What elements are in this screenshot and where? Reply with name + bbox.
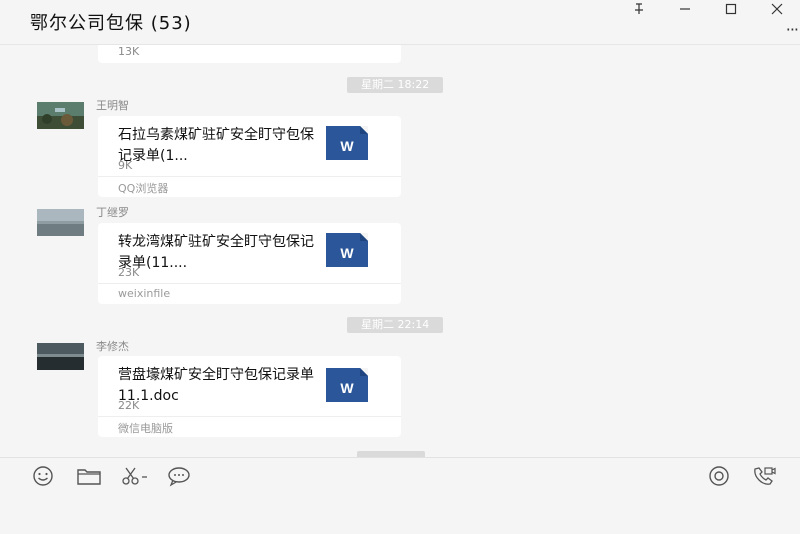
file-source: QQ浏览器	[118, 182, 169, 195]
avatar[interactable]	[37, 102, 84, 129]
file-message[interactable]: 转龙湾煤矿驻矿安全盯守包保记录单(11.... 23K weixinfile W	[98, 223, 401, 304]
file-name: 转龙湾煤矿驻矿安全盯守包保记录单(11....	[118, 234, 314, 271]
sender-name: 王明智	[96, 99, 129, 112]
window-controls	[616, 0, 800, 20]
chat-history-button[interactable]	[166, 465, 192, 487]
live-button[interactable]	[706, 465, 732, 487]
minimize-button[interactable]	[662, 0, 708, 18]
video-call-button[interactable]	[751, 465, 777, 487]
more-options-button[interactable]: ···	[786, 20, 799, 39]
file-message[interactable]: 石拉乌素煤矿驻矿安全盯守包保记录单(1... 9K QQ浏览器 W	[98, 116, 401, 197]
file-size: 9K	[118, 159, 133, 172]
pin-icon	[635, 3, 643, 14]
pin-button[interactable]	[616, 0, 662, 18]
chat-messages[interactable]: 13K 星期二 18:22 王明智 石拉乌素煤矿驻矿安全盯守包保记录单(1...…	[0, 45, 800, 457]
file-message-partial[interactable]: 13K	[98, 45, 401, 63]
sender-name: 丁继罗	[96, 206, 129, 219]
file-size: 13K	[118, 45, 140, 58]
maximize-icon	[725, 3, 737, 15]
emoji-icon	[33, 466, 53, 486]
file-source: 微信电脑版	[118, 422, 173, 435]
input-area[interactable]	[0, 457, 800, 534]
screenshot-button[interactable]	[120, 465, 150, 487]
word-file-icon: W	[326, 368, 368, 402]
emoji-button[interactable]	[30, 465, 56, 487]
minimize-icon	[680, 8, 690, 10]
live-icon	[709, 466, 729, 486]
word-file-icon: W	[326, 126, 368, 160]
svg-text:W: W	[340, 138, 354, 154]
bubble-separator	[98, 283, 401, 284]
sender-name: 李修杰	[96, 340, 129, 353]
close-button[interactable]	[754, 0, 800, 18]
title-bar: 鄂尔公司包保 (53) ···	[0, 0, 800, 44]
bubble-separator	[98, 176, 401, 177]
file-size: 22K	[118, 399, 140, 412]
maximize-button[interactable]	[708, 0, 754, 18]
close-icon	[771, 3, 783, 15]
word-file-icon: W	[326, 233, 368, 267]
folder-icon	[77, 469, 101, 485]
svg-text:W: W	[340, 380, 354, 396]
avatar[interactable]	[37, 343, 84, 370]
file-source: weixinfile	[118, 287, 171, 300]
video-call-icon	[754, 467, 776, 485]
scissors-icon	[122, 467, 147, 485]
file-name: 石拉乌素煤矿驻矿安全盯守包保记录单(1...	[118, 127, 314, 164]
time-divider: 星期二 22:14	[347, 317, 444, 333]
avatar[interactable]	[37, 209, 84, 236]
chat-title: 鄂尔公司包保 (53)	[30, 13, 192, 34]
file-size: 23K	[118, 266, 140, 279]
send-file-button[interactable]	[76, 465, 102, 487]
file-name: 营盘壕煤矿安全盯守包保记录单11.1.doc	[118, 367, 314, 404]
file-message[interactable]: 营盘壕煤矿安全盯守包保记录单11.1.doc 22K 微信电脑版 W	[98, 356, 401, 437]
svg-text:W: W	[340, 245, 354, 261]
bubble-separator	[98, 416, 401, 417]
chat-bubble-icon	[168, 467, 190, 487]
time-divider: 星期二 18:22	[347, 77, 444, 93]
